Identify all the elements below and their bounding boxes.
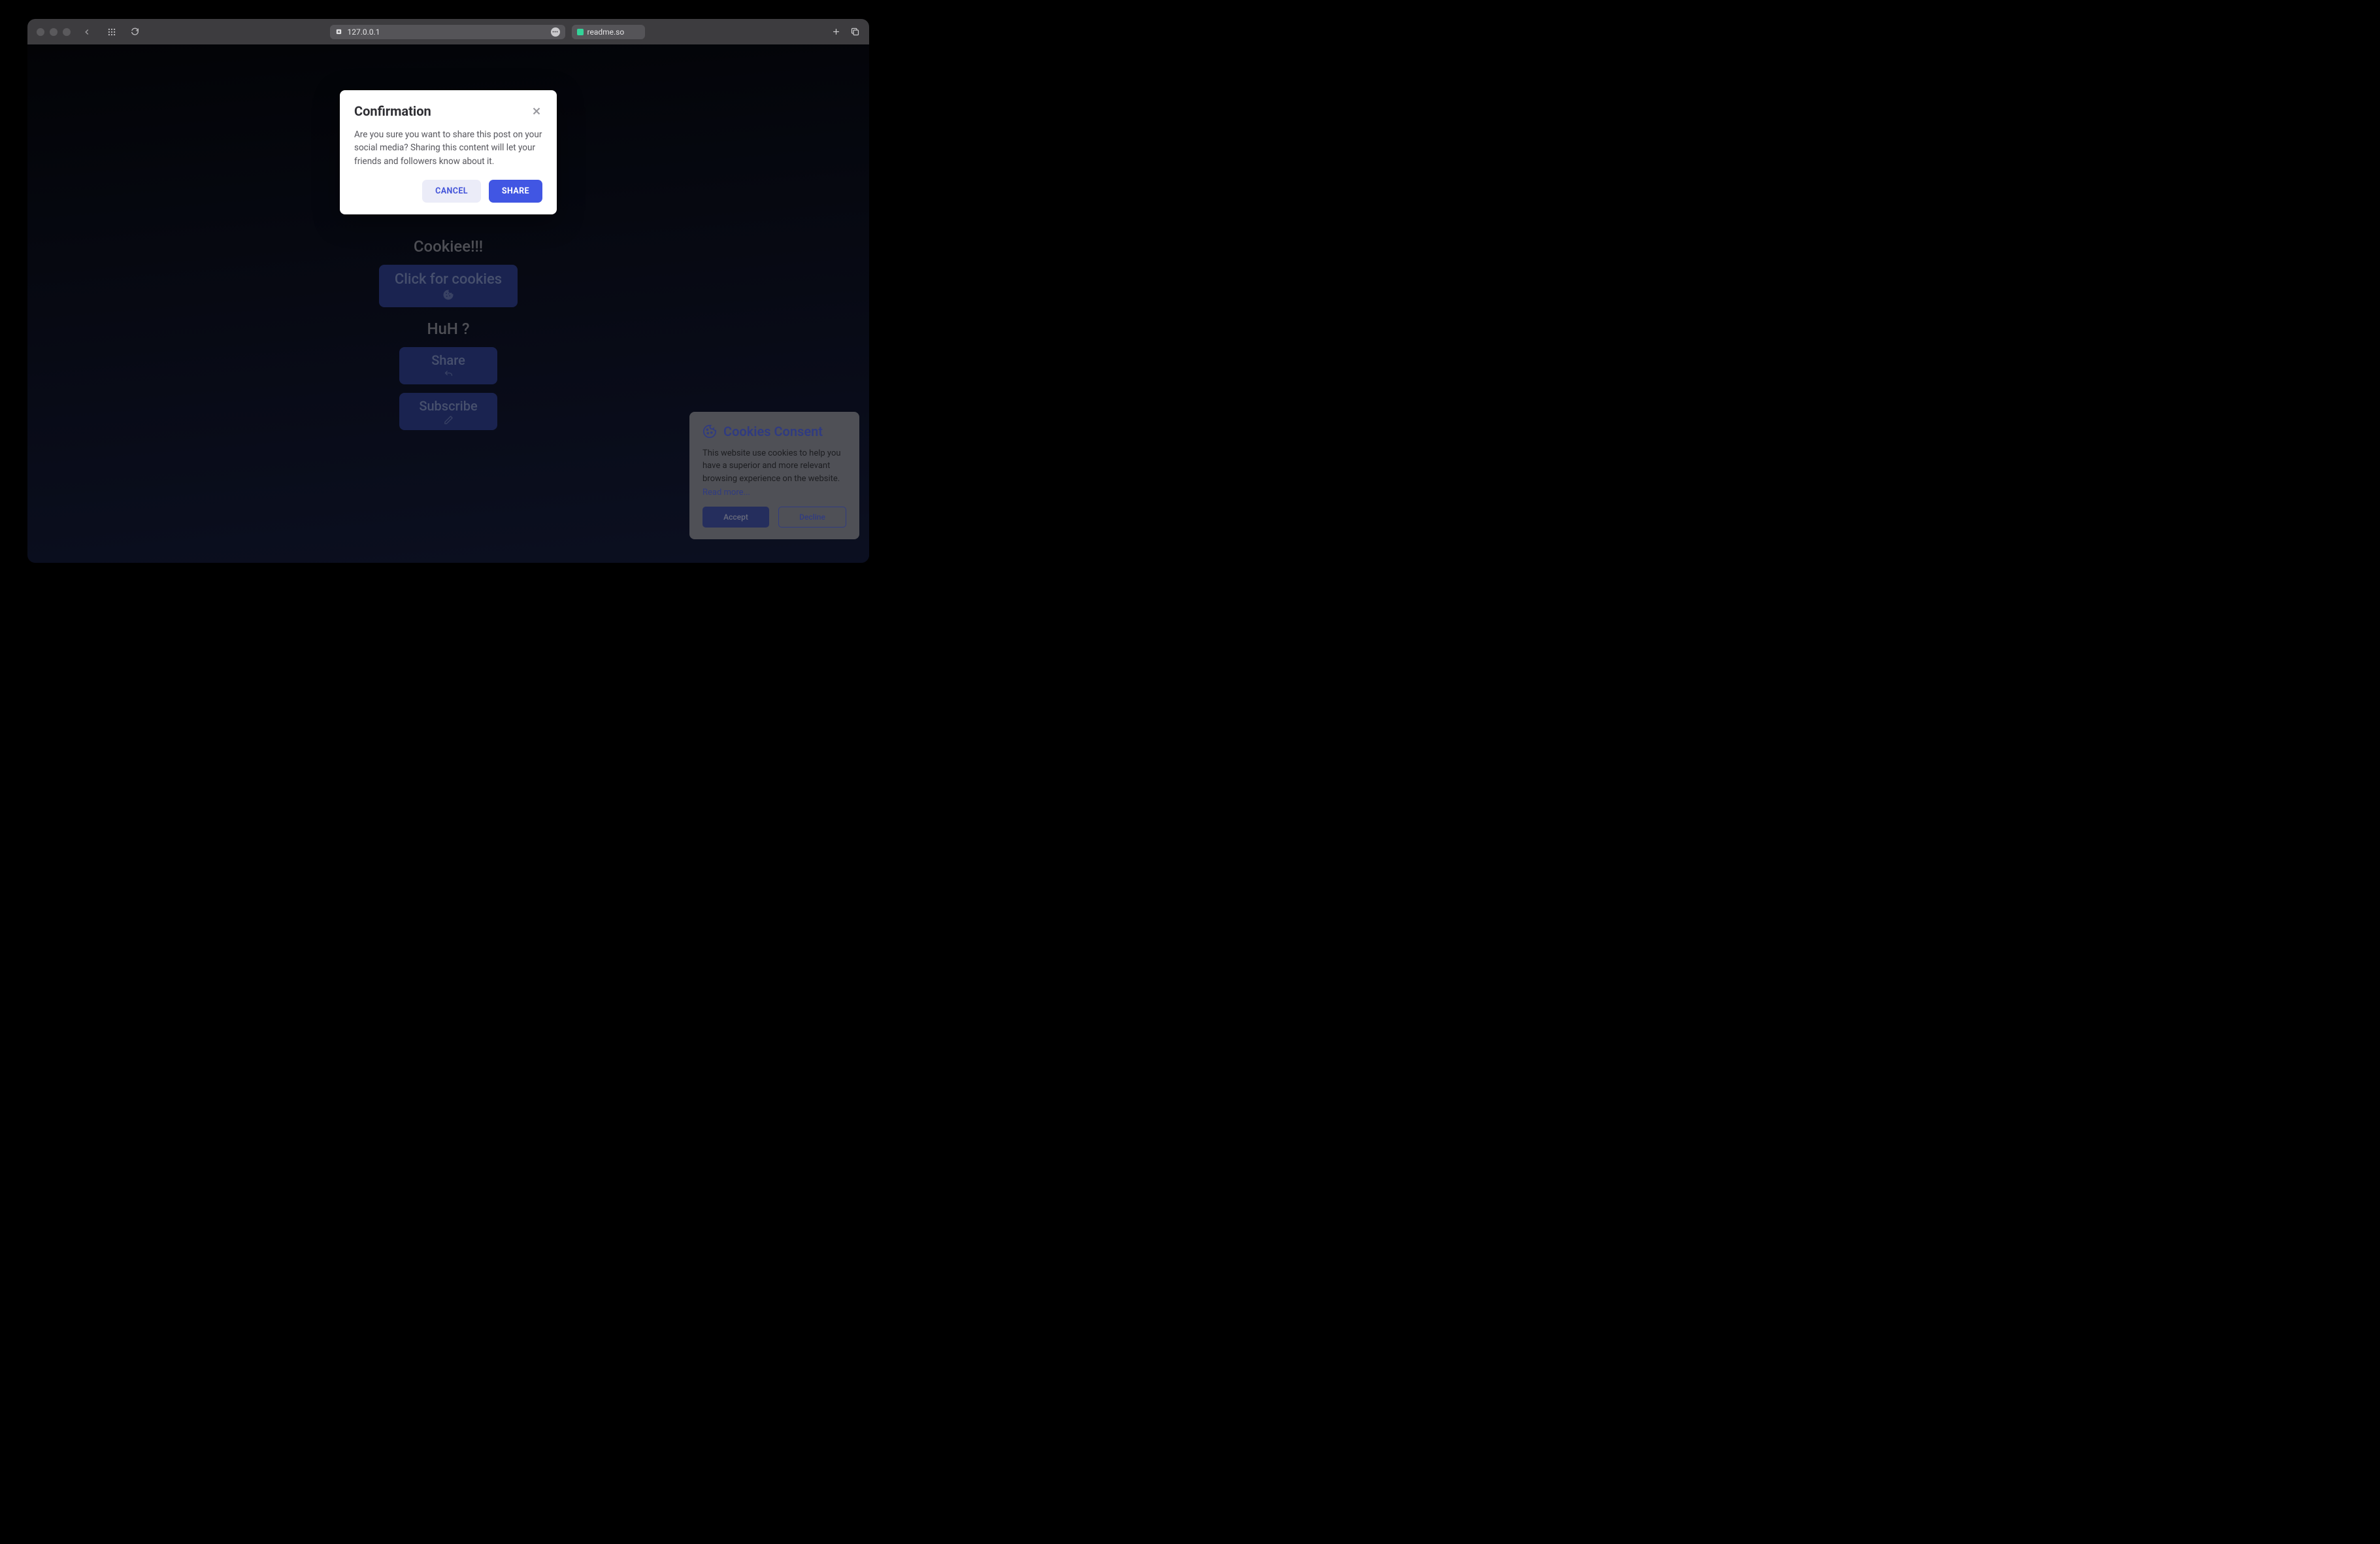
close-icon — [531, 105, 542, 117]
modal-confirm-button[interactable]: SHARE — [489, 180, 542, 203]
modal-title: Confirmation — [354, 103, 431, 119]
url-bar[interactable]: 127.0.0.1 — [330, 25, 565, 39]
traffic-lights — [37, 28, 71, 36]
browser-chrome: 127.0.0.1 readme.so — [27, 19, 869, 44]
window-minimize[interactable] — [50, 28, 58, 36]
modal-close-button[interactable] — [531, 105, 542, 117]
browser-window: 127.0.0.1 readme.so Cookiee!!! Click f — [27, 19, 869, 563]
window-maximize[interactable] — [63, 28, 71, 36]
modal-body: Are you sure you want to share this post… — [354, 128, 542, 168]
tab-favicon — [577, 29, 584, 35]
plus-icon — [831, 27, 841, 37]
apps-grid-button[interactable] — [103, 27, 120, 37]
reload-button[interactable] — [127, 27, 143, 36]
new-tab-button[interactable] — [831, 27, 841, 37]
nav-back-button[interactable] — [77, 27, 97, 37]
tab-readme[interactable]: readme.so — [572, 25, 645, 39]
url-text: 127.0.0.1 — [348, 27, 546, 37]
chevron-left-icon — [82, 27, 91, 37]
grid-icon — [107, 27, 116, 37]
modal-cancel-button[interactable]: CANCEL — [422, 180, 481, 203]
page-content: Cookiee!!! Click for cookies HuH ? Share — [27, 44, 869, 563]
ellipsis-icon — [552, 31, 558, 33]
window-close[interactable] — [37, 28, 44, 36]
copy-icon — [850, 27, 860, 37]
reload-icon — [131, 27, 139, 36]
viewport: Cookiee!!! Click for cookies HuH ? Share — [27, 44, 869, 563]
tab-overview-button[interactable] — [850, 27, 860, 37]
tab-label: readme.so — [587, 27, 625, 37]
url-more-button[interactable] — [551, 27, 560, 37]
confirmation-modal: Confirmation Are you sure you want to sh… — [340, 90, 557, 214]
site-settings-icon — [335, 28, 342, 35]
